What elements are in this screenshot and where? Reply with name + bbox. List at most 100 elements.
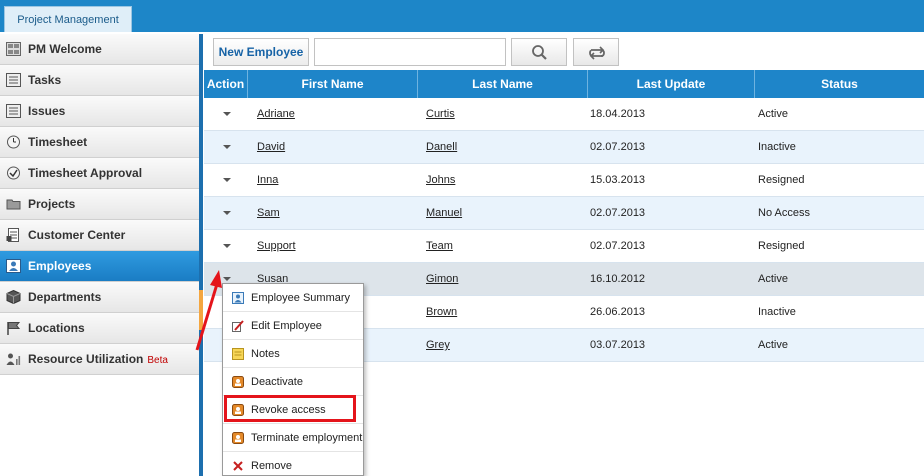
notes-icon — [232, 348, 244, 360]
last-update: 16.10.2012 — [590, 273, 646, 285]
sidebar-item-locations[interactable]: Locations — [0, 313, 200, 344]
folder-icon — [6, 199, 21, 210]
menu-item-label: Employee Summary — [251, 292, 351, 304]
menu-item-label: Deactivate — [251, 376, 303, 388]
sidebar-item-pm-welcome[interactable]: PM Welcome — [0, 34, 200, 65]
action-dropdown-icon[interactable] — [223, 178, 231, 182]
status: Resigned — [758, 174, 805, 186]
remove-icon — [233, 461, 243, 471]
sidebar-item-label: Locations — [28, 321, 85, 335]
sidebar-splitter[interactable] — [199, 34, 203, 476]
first-name-link[interactable]: Support — [257, 230, 296, 262]
menu-item-notes[interactable]: Notes — [223, 340, 363, 368]
last-name-link[interactable]: Curtis — [426, 98, 455, 130]
menu-item-deactivate[interactable]: Deactivate — [223, 368, 363, 396]
menu-item-terminate-employment[interactable]: Terminate employment — [223, 424, 363, 452]
refresh-icon — [589, 46, 605, 60]
list-icon — [6, 104, 21, 118]
first-name-link[interactable]: David — [257, 131, 285, 163]
last-name-link[interactable]: Team — [426, 230, 453, 262]
sidebar-item-projects[interactable]: Projects — [0, 189, 200, 220]
last-update: 18.04.2013 — [590, 108, 646, 120]
flag-icon — [7, 322, 21, 335]
cube-icon — [6, 290, 21, 304]
table-row: Adriane Curtis 18.04.2013 Active — [204, 98, 924, 131]
sidebar-item-departments[interactable]: Departments — [0, 282, 200, 313]
new-employee-button[interactable]: New Employee — [213, 38, 309, 66]
last-name-link[interactable]: Johns — [426, 164, 455, 196]
menu-item-edit-employee[interactable]: Edit Employee — [223, 312, 363, 340]
status: Active — [758, 339, 788, 351]
sidebar-item-tasks[interactable]: Tasks — [0, 65, 200, 96]
sidebar: PM Welcome Tasks Issues Timesheet Timesh… — [0, 34, 202, 476]
search-icon — [532, 45, 547, 60]
sidebar-item-label: Timesheet Approval — [28, 166, 143, 180]
last-update: 03.07.2013 — [590, 339, 646, 351]
last-name-link[interactable]: Gimon — [426, 263, 458, 295]
status: Resigned — [758, 240, 805, 252]
last-update: 02.07.2013 — [590, 207, 646, 219]
action-dropdown-icon[interactable] — [223, 244, 231, 248]
sidebar-item-label: Timesheet — [28, 135, 88, 149]
sidebar-item-timesheet[interactable]: Timesheet — [0, 127, 200, 158]
search-input[interactable] — [314, 38, 506, 66]
column-header-status[interactable]: Status — [755, 70, 924, 98]
top-bar: Project Management — [0, 0, 924, 32]
edit-icon — [232, 320, 244, 332]
sidebar-item-label: PM Welcome — [28, 42, 102, 56]
sidebar-item-label: Customer Center — [28, 228, 126, 242]
sidebar-item-employees[interactable]: Employees — [0, 251, 200, 282]
table-row: Sam Manuel 02.07.2013 No Access — [204, 197, 924, 230]
status: Inactive — [758, 141, 796, 153]
sidebar-item-timesheet-approval[interactable]: Timesheet Approval — [0, 158, 200, 189]
column-header-last-name[interactable]: Last Name — [418, 70, 588, 98]
terminate-icon — [232, 432, 244, 444]
list-icon — [6, 73, 21, 87]
last-update: 02.07.2013 — [590, 141, 646, 153]
resource-utilization-label: Resource Utilization — [28, 352, 144, 366]
menu-item-employee-summary[interactable]: Employee Summary — [223, 284, 363, 312]
splitter-indicator — [199, 290, 203, 330]
menu-item-label: Notes — [251, 348, 280, 360]
menu-item-label: Terminate employment — [251, 432, 363, 444]
sidebar-item-label: Departments — [28, 290, 102, 304]
sidebar-item-issues[interactable]: Issues — [0, 96, 200, 127]
column-header-last-update[interactable]: Last Update — [588, 70, 755, 98]
last-name-link[interactable]: Grey — [426, 329, 450, 361]
last-name-link[interactable]: Manuel — [426, 197, 462, 229]
last-name-link[interactable]: Danell — [426, 131, 457, 163]
last-name-link[interactable]: Brown — [426, 296, 457, 328]
status: Inactive — [758, 306, 796, 318]
column-header-action[interactable]: Action — [204, 70, 248, 98]
action-dropdown-icon[interactable] — [223, 277, 231, 281]
sidebar-item-resource-utilization[interactable]: Resource Utilization Beta — [0, 344, 200, 375]
first-name-link[interactable]: Inna — [257, 164, 278, 196]
status: Active — [758, 273, 788, 285]
last-update: 02.07.2013 — [590, 240, 646, 252]
reset-button[interactable] — [573, 38, 619, 66]
revoke-access-highlight — [224, 395, 356, 422]
menu-item-label: Remove — [251, 460, 292, 472]
table-row: Inna Johns 15.03.2013 Resigned — [204, 164, 924, 197]
column-header-first-name[interactable]: First Name — [248, 70, 418, 98]
first-name-link[interactable]: Sam — [257, 197, 280, 229]
sidebar-item-label: Issues — [28, 104, 66, 118]
tab-project-management[interactable]: Project Management — [4, 6, 132, 32]
summary-icon — [232, 292, 244, 304]
table-row: David Danell 02.07.2013 Inactive — [204, 131, 924, 164]
document-icon — [6, 228, 19, 242]
sidebar-item-customer-center[interactable]: Customer Center — [0, 220, 200, 251]
dashboard-icon — [6, 42, 21, 56]
search-button[interactable] — [511, 38, 567, 66]
first-name-link[interactable]: Adriane — [257, 98, 295, 130]
menu-item-remove[interactable]: Remove — [223, 452, 363, 476]
people-chart-icon — [6, 353, 21, 365]
sidebar-item-label: Tasks — [28, 73, 62, 87]
table-row: Support Team 02.07.2013 Resigned — [204, 230, 924, 263]
deactivate-icon — [232, 376, 244, 388]
check-clock-icon — [7, 166, 20, 180]
action-dropdown-icon[interactable] — [223, 112, 231, 116]
action-dropdown-icon[interactable] — [223, 211, 231, 215]
action-dropdown-icon[interactable] — [223, 145, 231, 149]
sidebar-item-label: Projects — [28, 197, 76, 211]
